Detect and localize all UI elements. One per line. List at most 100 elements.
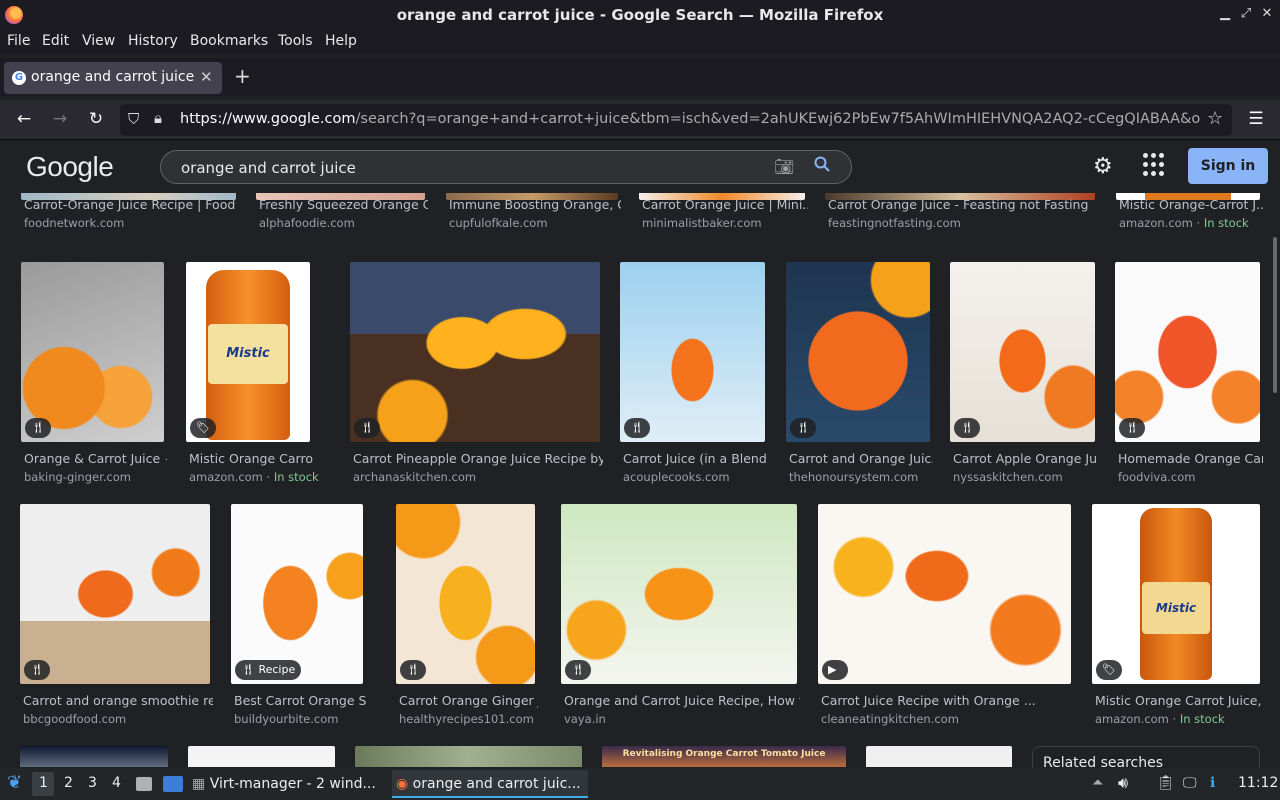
url-bar[interactable]: ⛉ 🔒︎ https://www.google.com/search?q=ora… bbox=[120, 104, 1232, 136]
google-logo[interactable]: Google bbox=[26, 151, 114, 183]
reload-icon[interactable]: ↻ bbox=[84, 109, 108, 129]
camera-icon[interactable]: 📷︎ bbox=[774, 157, 794, 176]
result-title[interactable]: Mistic Orange-Carrot J... bbox=[1119, 197, 1263, 212]
google-favicon-icon: G bbox=[12, 71, 26, 85]
result-source: archanaskitchen.com bbox=[353, 470, 477, 484]
result-title[interactable]: Carrot Apple Orange Ju... bbox=[953, 451, 1098, 466]
result-title[interactable]: Best Carrot Orange Sm... bbox=[234, 693, 366, 708]
workspace-2[interactable]: 2 bbox=[64, 775, 73, 791]
result-title[interactable]: Carrot Orange Ginger J... bbox=[399, 693, 538, 708]
search-box[interactable]: orange and carrot juice 📷︎ bbox=[160, 150, 852, 184]
tray-arrow-icon[interactable]: ⏶ bbox=[1092, 775, 1103, 791]
result-title[interactable]: Immune Boosting Orange, C... bbox=[449, 197, 621, 212]
result-title[interactable]: Orange & Carrot Juice {... bbox=[24, 451, 167, 466]
menu-bookmarks[interactable]: Bookmarks bbox=[190, 33, 268, 49]
recipe-icon: 🍴︎ bbox=[624, 418, 650, 438]
shopping-tag-icon: 🏷︎ bbox=[1096, 660, 1122, 680]
result-source: alphafoodie.com bbox=[259, 216, 355, 230]
shield-icon[interactable]: ⛉ bbox=[128, 110, 139, 128]
result-source: foodnetwork.com bbox=[24, 216, 125, 230]
url-host: https://www.google.com bbox=[180, 111, 356, 127]
close-window-icon[interactable]: ✕ bbox=[1258, 6, 1276, 21]
new-tab-icon[interactable]: + bbox=[234, 64, 251, 88]
result-title[interactable]: Carrot and Orange Juic... bbox=[789, 451, 933, 466]
recipe-icon: 🍴︎ bbox=[954, 418, 980, 438]
recipe-icon: 🍴︎ bbox=[400, 660, 426, 680]
result-title[interactable]: Freshly Squeezed Orange C... bbox=[259, 197, 428, 212]
result-source: baking-ginger.com bbox=[24, 470, 131, 484]
result-title[interactable]: Carrot-Orange Juice Recipe | Food ... bbox=[24, 197, 239, 212]
recipe-icon: 🍴︎ bbox=[24, 660, 50, 680]
start-menu-icon[interactable]: ❦ bbox=[7, 772, 22, 793]
system-taskbar: ❦ 1 2 3 4 ▦ Virt-manager - 2 wind... ◉ o… bbox=[0, 768, 1280, 800]
menu-view[interactable]: View bbox=[82, 33, 115, 49]
menu-tools[interactable]: Tools bbox=[278, 33, 313, 49]
result-source: vaya.in bbox=[564, 712, 606, 726]
recipe-icon: 🍴︎ bbox=[241, 663, 255, 676]
result-title[interactable]: Carrot and orange smoothie re... bbox=[23, 693, 213, 708]
workspace-3[interactable]: 3 bbox=[88, 775, 97, 791]
menu-history[interactable]: History bbox=[128, 33, 178, 49]
file-manager-icon[interactable] bbox=[136, 777, 152, 791]
clock[interactable]: 11:12 bbox=[1238, 775, 1278, 791]
menu-bar: File Edit View History Bookmarks Tools H… bbox=[0, 30, 1280, 54]
scrollbar-thumb[interactable] bbox=[1273, 237, 1277, 393]
result-title[interactable]: Carrot Juice (in a Blend... bbox=[623, 451, 768, 466]
result-source: nyssaskitchen.com bbox=[953, 470, 1063, 484]
apps-grid-icon[interactable] bbox=[1143, 153, 1167, 177]
back-icon[interactable]: ← bbox=[12, 109, 36, 129]
workspace-4[interactable]: 4 bbox=[112, 775, 121, 791]
result-title[interactable]: Mistic Orange Carrot J... bbox=[189, 451, 313, 466]
search-icon[interactable] bbox=[814, 156, 830, 176]
recipe-badge: 🍴︎ Recipe bbox=[235, 660, 302, 680]
result-title[interactable]: Homemade Orange Car... bbox=[1118, 451, 1263, 466]
window-title: orange and carrot juice - Google Search … bbox=[396, 6, 884, 24]
forward-icon[interactable]: → bbox=[48, 109, 72, 129]
menu-help[interactable]: Help bbox=[325, 33, 357, 49]
url-path: /search?q=orange+and+carrot+juice&tbm=is… bbox=[355, 111, 1200, 127]
tab-google-search[interactable]: G orange and carrot juice - Google ✕ bbox=[4, 62, 222, 94]
volume-icon[interactable]: 🔊︎ bbox=[1118, 773, 1128, 793]
firefox-task-icon: ◉ bbox=[396, 776, 413, 792]
task-virt-manager[interactable]: ▦ Virt-manager - 2 wind... bbox=[192, 770, 384, 798]
url-text[interactable]: https://www.google.com/search?q=orange+a… bbox=[180, 111, 1200, 127]
menu-file[interactable]: File bbox=[7, 33, 30, 49]
search-input[interactable]: orange and carrot juice bbox=[181, 159, 356, 177]
result-title[interactable]: Carrot Juice Recipe with Orange ... bbox=[821, 693, 1074, 708]
tab-bar: G orange and carrot juice - Google ✕ bbox=[0, 58, 1280, 96]
settings-gear-icon[interactable]: ⚙ bbox=[1093, 154, 1113, 179]
result-title[interactable]: Carrot Pineapple Orange Juice Recipe by … bbox=[353, 451, 603, 466]
recipe-icon: 🍴︎ bbox=[1119, 418, 1145, 438]
video-play-icon: ▶ bbox=[822, 660, 848, 680]
recipe-icon: 🍴︎ bbox=[565, 660, 591, 680]
sign-in-button[interactable]: Sign in bbox=[1188, 148, 1268, 184]
desktop-icon[interactable] bbox=[163, 776, 183, 792]
recipe-icon: 🍴︎ bbox=[354, 418, 380, 438]
menu-edit[interactable]: Edit bbox=[42, 33, 69, 49]
banner-text: Revitalising Orange Carrot Tomato Juice bbox=[622, 749, 826, 759]
restore-icon[interactable]: ⤢ bbox=[1237, 6, 1255, 21]
result-title[interactable]: Mistic Orange Carrot Juice, ... bbox=[1095, 693, 1263, 708]
recipe-icon: 🍴︎ bbox=[790, 418, 816, 438]
result-source: foodviva.com bbox=[1118, 470, 1196, 484]
result-source: amazon.com · In stock bbox=[1119, 216, 1249, 230]
recipe-icon: 🍴︎ bbox=[25, 418, 51, 438]
result-source: amazon.com · In stock bbox=[189, 470, 319, 484]
result-title[interactable]: Carrot Orange Juice - Feasting not Fasti… bbox=[828, 197, 1098, 212]
hamburger-menu-icon[interactable]: ☰ bbox=[1244, 109, 1268, 129]
result-title[interactable]: Orange and Carrot Juice Recipe, How to..… bbox=[564, 693, 800, 708]
bookmark-star-icon[interactable]: ☆ bbox=[1207, 108, 1223, 129]
result-source: thehonoursystem.com bbox=[789, 470, 919, 484]
result-source: cleaneatingkitchen.com bbox=[821, 712, 959, 726]
result-source: amazon.com · In stock bbox=[1095, 712, 1225, 726]
lock-icon[interactable]: 🔒︎ bbox=[154, 109, 162, 127]
minimize-icon[interactable]: ▁ bbox=[1216, 6, 1234, 21]
result-title[interactable]: Carrot Orange Juice | Mini... bbox=[642, 197, 808, 212]
workspace-1[interactable]: 1 bbox=[39, 775, 48, 791]
clipboard-icon[interactable]: 📋︎ bbox=[1157, 775, 1175, 791]
task-firefox[interactable]: ◉ orange and carrot juic... bbox=[392, 770, 588, 798]
google-header: Google orange and carrot juice 📷︎ ⚙ Sign… bbox=[0, 141, 1280, 193]
close-tab-icon[interactable]: ✕ bbox=[200, 68, 213, 86]
notification-icon[interactable]: ℹ bbox=[1210, 775, 1215, 791]
display-icon[interactable]: 🖵︎ bbox=[1183, 775, 1197, 791]
